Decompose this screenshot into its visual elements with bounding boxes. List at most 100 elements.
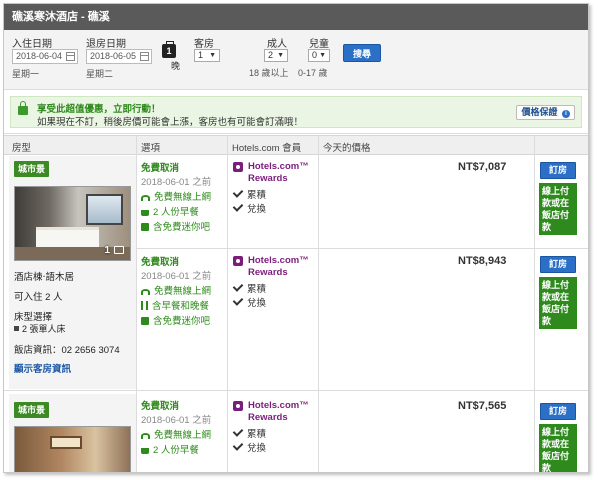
promo-box: 享受此超值優惠，立即行動！ 如果現在不訂，稍後房價可能會上漲，客房也有可能會訂滿… [10,96,582,128]
check-icon [232,295,244,306]
checkin-label: 入住日期 [12,39,52,50]
cancel-deadline: 2018-06-01 之前 [141,271,212,282]
children-select-value: 0 [312,50,318,60]
rewards-icon [233,401,243,411]
amenity-label: 2 人份早餐 [153,445,199,456]
rewards-subtitle: Rewards [248,173,288,184]
row-divider [4,390,588,391]
amenity-label: 免費無線上網 [154,192,212,203]
wifi-icon [141,433,150,439]
rewards-item-label: 兌換 [247,443,267,454]
rewards-item-label: 累積 [247,284,267,295]
room-price: NT$8,943 [458,255,507,267]
minibar-icon [141,223,149,231]
fork-knife-icon [141,301,148,310]
pay-option-badge: 線上付款或在飯店付款 [539,183,577,235]
cancel-deadline: 2018-06-01 之前 [141,415,212,426]
adults-label: 成人 [267,39,287,50]
rewards-title: Hotels.com™ [248,400,309,411]
check-icon [232,440,244,451]
chevron-down-icon: ▼ [319,52,326,59]
rewards-collect: 累積 [232,426,267,440]
amenity-wifi: 免費無線上網 [141,283,211,297]
book-button[interactable]: 訂房 [540,256,576,273]
column-header-member: Hotels.com 會員 [232,143,302,154]
info-icon: i [562,110,570,118]
amenity-wifi: 免費無線上網 [141,427,211,441]
column-header-room-type: 房型 [12,143,32,154]
rewards-item-label: 累積 [247,429,267,440]
checkout-date-field[interactable]: 2018-06-05 [86,49,152,64]
rewards-redeem: 兌換 [232,295,267,309]
room-type-cell: 城市景 1 酒店棟‧語木居 可入住 2 人 床型選擇 2 張單人床 飯店資訊：0… [9,156,136,389]
bed-type-value: 2 張單人床 [22,324,66,334]
amenity-minibar: 含免費迷你吧 [141,219,210,233]
price-guarantee-button[interactable]: 價格保證 i [516,105,575,120]
check-icon [232,281,244,292]
calendar-icon[interactable] [66,52,75,61]
price-guarantee-label: 價格保證 [521,107,558,117]
bed-type-option[interactable]: 2 張單人床 [14,322,66,335]
rewards-title: Hotels.com™ [248,161,309,172]
table-header: 房型 選項 Hotels.com 會員 今天的價格 [4,135,588,155]
checkout-label: 退房日期 [86,39,126,50]
rewards-title: Hotels.com™ [248,255,309,266]
rooms-select[interactable]: 1 ▼ [194,49,220,62]
room-name: 酒店棟‧語木居 [14,272,75,283]
column-divider [534,135,535,472]
column-divider [227,135,228,472]
calendar-icon[interactable] [140,52,149,61]
nights-count-icon: 1 [162,41,176,58]
checkin-date-field[interactable]: 2018-06-04 [12,49,78,64]
adults-select-value: 2 [268,50,274,60]
search-button[interactable]: 搜尋 [343,44,381,62]
rewards-collect: 累積 [232,187,267,201]
pay-option-badge: 線上付款或在飯店付款 [539,424,577,472]
lock-icon [18,101,28,115]
rewards-item-label: 累積 [247,190,267,201]
rewards-item-label: 兌換 [247,204,267,215]
rewards-subtitle: Rewards [248,412,288,423]
hotel-rooms-panel: 礁溪寒沐酒店 - 礁溪 入住日期 2018-06-04 星期一 退房日期 201… [3,3,589,473]
room-photo[interactable] [14,426,131,472]
free-cancel-label: 免費取消 [141,163,180,174]
column-header-options: 選項 [141,143,161,154]
pay-option-badge: 線上付款或在飯店付款 [539,277,577,329]
room-capacity: 可入住 2 人 [14,292,63,303]
room-details-link[interactable]: 顯示客房資訊 [14,361,71,375]
nights-unit: 晚 [171,61,181,71]
column-header-price: 今天的價格 [323,143,371,154]
check-icon [232,187,244,198]
free-cancel-label: 免費取消 [141,257,180,268]
cancel-deadline: 2018-06-01 之前 [141,177,212,188]
row-divider [136,248,588,249]
amenity-minibar: 含免費迷你吧 [141,313,210,327]
search-form: 入住日期 2018-06-04 星期一 退房日期 2018-06-05 星期二 … [4,30,588,90]
amenity-label: 2 人份早餐 [153,207,199,218]
rewards-icon [233,256,243,266]
amenity-breakfast: 2 人份早餐 [141,204,199,218]
photo-count: 1 [104,245,110,256]
adults-select[interactable]: 2 ▼ [264,49,288,62]
promo-banner: 享受此超值優惠，立即行動！ 如果現在不訂，稍後房價可能會上漲，客房也有可能會訂滿… [4,90,588,134]
children-select[interactable]: 0 ▼ [308,49,330,62]
coffee-cup-icon [141,210,149,216]
room-price: NT$7,087 [458,161,507,173]
coffee-cup-icon [141,448,149,454]
adults-age-range: 18 歲以上 [249,68,289,78]
children-label: 兒童 [309,39,329,50]
chevron-down-icon: ▼ [277,52,284,59]
minibar-icon [141,317,149,325]
checkout-weekday: 星期二 [86,69,114,79]
amenity-label: 含早餐和晚餐 [152,301,210,312]
book-button[interactable]: 訂房 [540,403,576,420]
check-icon [232,201,244,212]
rewards-collect: 累積 [232,281,267,295]
bed-icon [14,326,19,331]
room-photo[interactable]: 1 [14,186,131,261]
rewards-item-label: 兌換 [247,298,267,309]
rewards-subtitle: Rewards [248,267,288,278]
room-price: NT$7,565 [458,400,507,412]
hotel-phone: 飯店資訊：02 2656 3074 [14,345,120,356]
book-button[interactable]: 訂房 [540,162,576,179]
